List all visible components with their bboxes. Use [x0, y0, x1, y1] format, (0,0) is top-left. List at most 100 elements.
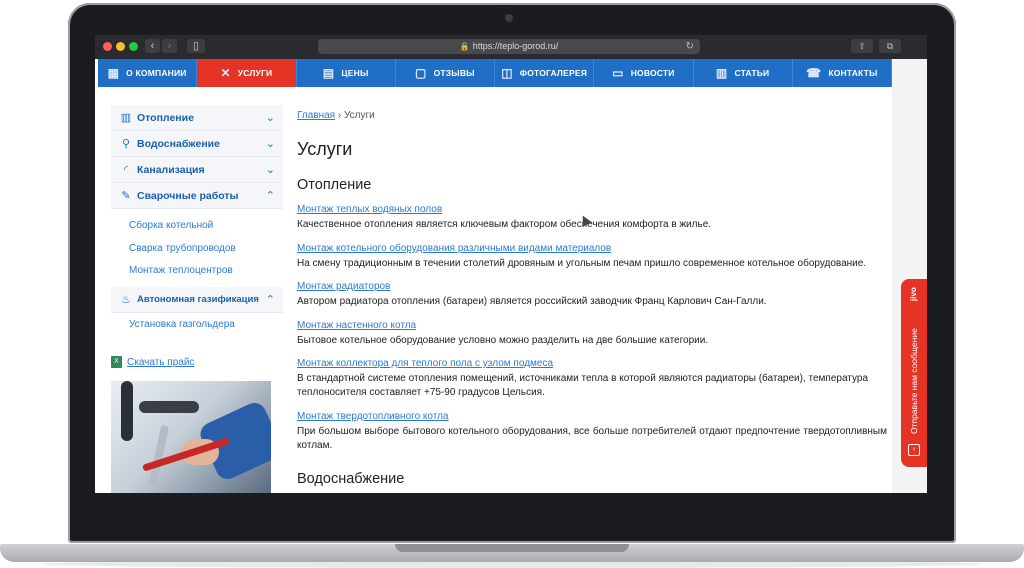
- service-item: Монтаж котельного оборудования различным…: [297, 242, 887, 271]
- excel-icon: X: [111, 356, 122, 368]
- service-description: Качественное отопления является ключевым…: [297, 219, 712, 230]
- lock-icon: 🔒: [459, 42, 470, 51]
- nav-item-label: УСЛУГИ: [237, 68, 273, 78]
- service-description: На смену традиционным в течении столетий…: [297, 258, 867, 269]
- nav-item[interactable]: ☎ КОНТАКТЫ: [793, 59, 892, 87]
- chat-widget[interactable]: jivo Отправьте нам сообщение ›: [901, 279, 927, 467]
- service-description: В стандартной системе отопления помещени…: [297, 373, 869, 398]
- minimize-window-button[interactable]: [116, 42, 125, 51]
- camera-icon: ◫: [501, 66, 513, 80]
- submenu-link[interactable]: Сварка трубопроводов: [129, 238, 283, 261]
- nav-item-label: НОВОСТИ: [630, 68, 675, 78]
- nav-item[interactable]: ◫ ФОТОГАЛЕРЕЯ: [495, 59, 595, 87]
- sidebar-item-welding[interactable]: ✎ Сварочные работы ⌃: [111, 183, 283, 209]
- sidebar-item-label: Сварочные работы: [137, 189, 239, 202]
- sidebar-item-gas[interactable]: ♨ Автономная газификация ⌃: [111, 286, 283, 313]
- nav-item[interactable]: ▭ НОВОСТИ: [594, 59, 694, 87]
- service-description: Автором радиатора отопления (батареи) яв…: [297, 296, 767, 307]
- share-icon[interactable]: ⇪: [851, 39, 873, 53]
- service-item: Монтаж твердотопливного котла При большо…: [297, 410, 887, 453]
- chevron-down-icon[interactable]: ⌄: [266, 111, 275, 124]
- close-window-button[interactable]: [103, 42, 112, 51]
- sidebar-item-label: Канализация: [137, 163, 205, 176]
- address-bar[interactable]: 🔒 https://teplo-gorod.ru/ ↻: [318, 39, 700, 54]
- sidebar-item-heating[interactable]: ▥ Отопление ⌄: [111, 105, 283, 131]
- main-navigation: ▦ О КОМПАНИИ ✕ УСЛУГИ ▤ ЦЕНЫ ▢ ОТЗЫВЫ ◫ ФОТОГАЛЕР…: [98, 59, 892, 87]
- pipe-icon: ◜: [123, 164, 129, 176]
- download-price-link[interactable]: Скачать прайс: [127, 357, 194, 368]
- nav-item-label: ОТЗЫВЫ: [433, 68, 475, 78]
- sidebar-item-label: Автономная газификация: [137, 293, 259, 305]
- chevron-up-icon[interactable]: ⌃: [266, 189, 275, 202]
- service-description: При большом выборе бытового котельного о…: [297, 426, 887, 451]
- faucet-icon: ⚲: [121, 138, 131, 150]
- service-item: Монтаж теплых водяных полов Качественное…: [297, 203, 887, 232]
- nav-item-label: СТАТЬИ: [734, 68, 770, 78]
- webcam: [505, 14, 513, 22]
- jivo-logo: jivo: [909, 287, 918, 301]
- service-item: Монтаж коллектора для теплого пола с узл…: [297, 357, 887, 400]
- browser-toolbar: ‹ › ▯ 🔒 https://teplo-gorod.ru/ ↻ ⇪ ⧉: [95, 35, 927, 59]
- sidebar: ▥ Отопление ⌄ ⚲ Водоснабжение ⌄ ◜ Канали…: [111, 105, 283, 336]
- plumber-photo: [111, 381, 271, 493]
- submenu-link[interactable]: Монтаж теплоцентров: [129, 260, 283, 283]
- service-link[interactable]: Монтаж теплых водяных полов: [297, 203, 887, 216]
- download-price: X Скачать прайс: [111, 356, 194, 368]
- document-icon: ▥: [715, 66, 728, 80]
- section-title: Отопление: [297, 177, 372, 193]
- news-icon: ▭: [612, 66, 624, 80]
- service-link[interactable]: Монтаж радиаторов: [297, 280, 887, 293]
- sidebar-item-water[interactable]: ⚲ Водоснабжение ⌄: [111, 131, 283, 157]
- nav-item[interactable]: ▤ ЦЕНЫ: [297, 59, 396, 87]
- breadcrumb-home-link[interactable]: Главная: [297, 110, 335, 121]
- forward-button[interactable]: ›: [162, 39, 177, 53]
- reload-icon[interactable]: ↻: [686, 39, 694, 54]
- service-link[interactable]: Монтаж настенного котла: [297, 319, 887, 332]
- welding-icon: ✎: [121, 190, 131, 202]
- service-item: Монтаж радиаторов Автором радиатора отоп…: [297, 280, 887, 309]
- submenu-link[interactable]: Установка газгольдера: [129, 319, 283, 330]
- website: ▦ О КОМПАНИИ ✕ УСЛУГИ ▤ ЦЕНЫ ▢ ОТЗЫВЫ ◫ ФОТОГАЛЕР…: [95, 59, 892, 493]
- chevron-up-icon[interactable]: ⌃: [266, 293, 275, 306]
- service-link[interactable]: Монтаж котельного оборудования различным…: [297, 242, 887, 255]
- browser-window: ‹ › ▯ 🔒 https://teplo-gorod.ru/ ↻ ⇪ ⧉ ▦ О …: [95, 35, 927, 493]
- laptop-notch: [395, 544, 629, 552]
- url-text: https://teplo-gorod.ru/: [472, 41, 559, 51]
- tools-icon: ✕: [220, 66, 231, 80]
- comment-icon: ▢: [415, 66, 427, 80]
- nav-item[interactable]: ▦ О КОМПАНИИ: [98, 59, 198, 87]
- nav-item[interactable]: ✕ УСЛУГИ: [197, 59, 297, 87]
- service-description: Бытовое котельное оборудование условно м…: [297, 335, 709, 346]
- nav-item[interactable]: ▢ ОТЗЫВЫ: [396, 59, 495, 87]
- chat-icon: ›: [908, 444, 920, 456]
- back-button[interactable]: ‹: [145, 39, 160, 53]
- welding-submenu: Сборка котельной Сварка трубопроводов Мо…: [111, 209, 283, 287]
- tabs-icon[interactable]: ⧉: [879, 39, 901, 53]
- service-link[interactable]: Монтаж коллектора для теплого пола с узл…: [297, 357, 887, 370]
- flame-icon: ♨: [121, 293, 131, 306]
- phone-icon: ☎: [806, 66, 822, 80]
- chevron-down-icon[interactable]: ⌄: [266, 137, 275, 150]
- nav-item-label: КОНТАКТЫ: [828, 68, 878, 78]
- submenu-link[interactable]: Сборка котельной: [129, 215, 283, 238]
- page-title: Услуги: [297, 139, 353, 159]
- service-link[interactable]: Монтаж твердотопливного котла: [297, 410, 887, 423]
- sidebar-toggle-icon[interactable]: ▯: [187, 39, 205, 53]
- chevron-down-icon[interactable]: ⌄: [266, 163, 275, 176]
- breadcrumb-current: Услуги: [343, 110, 375, 121]
- nav-item-label: ЦЕНЫ: [341, 68, 369, 78]
- service-item: Монтаж настенного котла Бытовое котельно…: [297, 319, 887, 348]
- nav-item[interactable]: ▥ СТАТЬИ: [694, 59, 793, 87]
- chat-label: Отправьте нам сообщение: [909, 328, 919, 434]
- breadcrumb-separator: ›: [337, 110, 342, 121]
- nav-item-label: О КОМПАНИИ: [126, 68, 187, 78]
- nav-item-label: ФОТОГАЛЕРЕЯ: [519, 68, 588, 78]
- sidebar-item-label: Отопление: [137, 111, 194, 124]
- section-title: Водоснабжение: [297, 471, 405, 487]
- sidebar-item-label: Водоснабжение: [137, 137, 220, 150]
- breadcrumb: Главная › Услуги: [297, 110, 375, 121]
- maximize-window-button[interactable]: [129, 42, 138, 51]
- radiator-icon: ▥: [120, 112, 132, 124]
- building-icon: ▦: [107, 66, 120, 80]
- sidebar-item-sewage[interactable]: ◜ Канализация ⌄: [111, 157, 283, 183]
